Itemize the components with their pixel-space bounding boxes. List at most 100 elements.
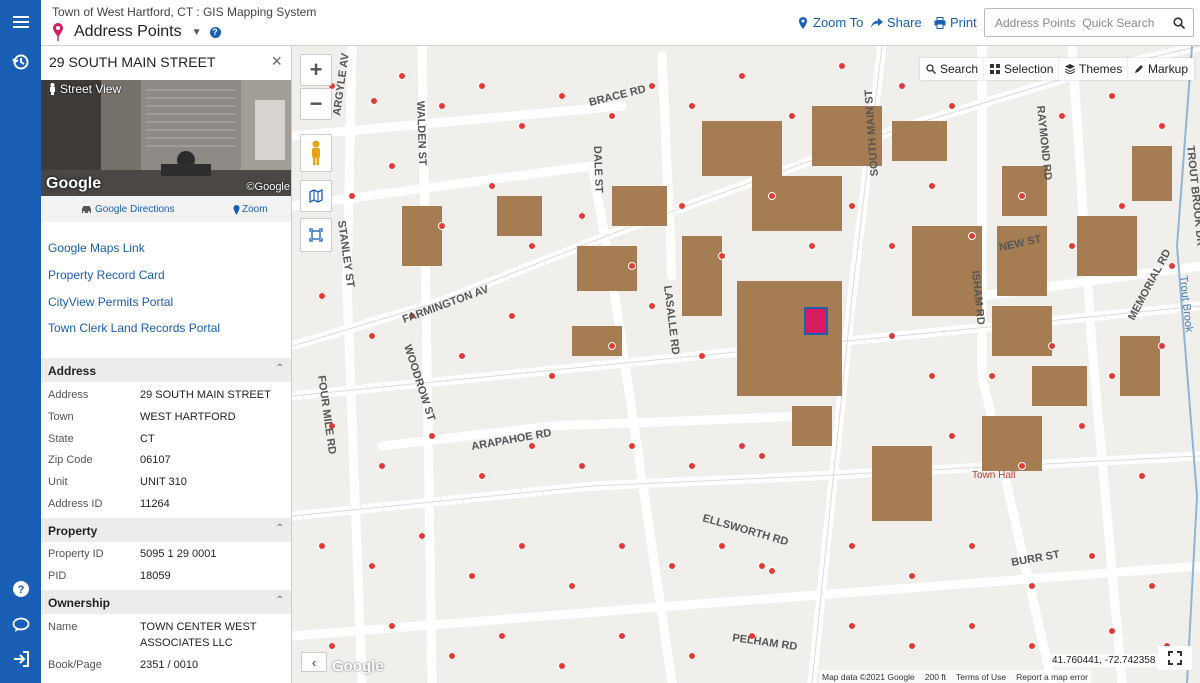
street-view-label: Street View	[48, 82, 121, 96]
collapse-icon[interactable]: ⌃	[276, 595, 284, 606]
zoom-in-button[interactable]: +	[300, 54, 332, 86]
layer-name: Address Points	[74, 23, 182, 40]
app-root: ? Town of West Hartford, CT : GIS Mappin…	[0, 0, 1200, 683]
map-data-credit: Map data ©2021 Google	[822, 671, 915, 682]
zoom-to-label: Zoom To	[813, 15, 864, 30]
field-label: State	[48, 433, 74, 445]
markup-label: Markup	[1148, 62, 1189, 76]
google-copyright: ©Google	[246, 181, 290, 193]
caret-down-icon[interactable]: ▼	[192, 27, 202, 38]
map-view[interactable]: ARGYLE AV WALDEN ST BRACE RD DALE ST FAR…	[292, 46, 1200, 683]
map-search-label: Search	[940, 62, 979, 76]
section-title: Address	[48, 364, 97, 378]
section-ownership[interactable]: Ownership ⌃	[41, 590, 291, 614]
map-attribution: Map data ©2021 Google 200 ft Terms of Us…	[819, 670, 1091, 683]
grid-icon	[990, 64, 1000, 74]
street-label: WALDEN ST	[414, 101, 428, 166]
field-label: Unit	[48, 476, 68, 488]
svg-text:?: ?	[17, 584, 24, 596]
street-view-actions: Google Directions Zoom	[41, 196, 291, 222]
left-rail: ?	[0, 0, 41, 683]
field-label: Property ID	[48, 548, 104, 560]
field-label: Address ID	[48, 498, 103, 510]
selection-tool[interactable]: Selection	[984, 58, 1060, 80]
google-maps-link[interactable]: Google Maps Link	[48, 241, 145, 255]
app-title: Town of West Hartford, CT : GIS Mapping …	[52, 5, 317, 19]
panel-title: 29 SOUTH MAIN STREET	[49, 54, 216, 70]
zoom-label: Zoom	[242, 204, 268, 215]
map-canvas[interactable]: ARGYLE AV WALDEN ST BRACE RD DALE ST FAR…	[292, 46, 1200, 683]
zoom-link[interactable]: Zoom	[233, 204, 268, 215]
selected-address-point[interactable]	[804, 307, 828, 335]
collapse-panel-button[interactable]: ‹	[301, 652, 327, 672]
print-label: Print	[950, 15, 977, 30]
share-button[interactable]: Share	[871, 15, 922, 30]
pin-icon	[233, 204, 240, 215]
sign-in-icon[interactable]	[0, 641, 41, 677]
printer-icon	[934, 16, 946, 29]
fullscreen-icon[interactable]	[1158, 646, 1192, 670]
pegman-icon	[50, 83, 55, 95]
header: Town of West Hartford, CT : GIS Mapping …	[41, 0, 1200, 46]
poi-label: Town Hall	[972, 470, 1015, 481]
google-directions-link[interactable]: Google Directions	[81, 204, 174, 215]
extent-icon[interactable]	[300, 218, 332, 252]
map-pin-icon	[53, 23, 63, 41]
quick-search	[984, 8, 1194, 37]
comment-icon[interactable]	[0, 607, 41, 643]
field-value: 5095 1 29 0001	[140, 548, 217, 560]
search-icon[interactable]	[1165, 9, 1193, 36]
basemap-icon[interactable]	[300, 180, 332, 212]
street-view-text: Street View	[60, 82, 122, 96]
pencil-icon	[1135, 65, 1143, 73]
collapse-icon[interactable]: ⌃	[276, 523, 284, 534]
field-value: UNIT 310	[140, 476, 187, 488]
menu-icon[interactable]	[0, 4, 41, 40]
collapse-icon[interactable]: ⌃	[276, 363, 284, 374]
google-logo: Google	[46, 175, 102, 192]
zoom-to-button[interactable]: Zoom To	[797, 15, 863, 30]
scale-bar: 200 ft	[924, 671, 947, 682]
google-logo: Google	[332, 658, 384, 675]
layer-selector[interactable]: Address Points ▼ ?	[52, 21, 221, 43]
selection-label: Selection	[1004, 62, 1054, 76]
search-icon	[926, 64, 936, 74]
panel-title-row: 29 SOUTH MAIN STREET ×	[41, 46, 291, 80]
field-value: 29 SOUTH MAIN STREET	[140, 389, 271, 401]
print-button[interactable]: Print	[934, 15, 977, 30]
zoom-out-button[interactable]: −	[300, 88, 332, 120]
section-address[interactable]: Address ⌃	[41, 358, 291, 382]
pin-icon	[799, 16, 807, 29]
property-record-card-link[interactable]: Property Record Card	[48, 268, 165, 282]
share-label: Share	[887, 15, 922, 30]
section-property[interactable]: Property ⌃	[41, 518, 291, 542]
google-directions-label: Google Directions	[95, 204, 175, 215]
land-records-link[interactable]: Town Clerk Land Records Portal	[48, 321, 220, 335]
layer-help-icon[interactable]: ?	[209, 26, 221, 38]
field-label: Zip Code	[48, 454, 93, 466]
field-value: 11264	[140, 498, 170, 510]
quick-search-input[interactable]	[985, 9, 1165, 36]
report-error-link[interactable]: Report a map error	[1016, 672, 1088, 682]
section-title: Property	[48, 524, 98, 538]
terms-link[interactable]: Terms of Use	[956, 672, 1006, 682]
history-icon[interactable]	[0, 44, 41, 80]
field-label: Book/Page	[48, 659, 102, 671]
field-value: 2351 / 0010	[140, 659, 199, 671]
help-icon[interactable]: ?	[0, 571, 41, 607]
cityview-permits-link[interactable]: CityView Permits Portal	[48, 295, 173, 309]
themes-tool[interactable]: Themes	[1059, 58, 1129, 80]
map-search-tool[interactable]: Search	[920, 58, 985, 80]
share-icon	[871, 17, 883, 28]
close-icon[interactable]: ×	[271, 51, 282, 72]
layers-icon	[1065, 64, 1075, 74]
field-value: CT	[140, 433, 155, 445]
car-icon	[82, 206, 91, 213]
field-value: TOWN CENTER WEST ASSOCIATES LLC	[140, 621, 257, 649]
field-value: 06107	[140, 454, 171, 466]
identify-panel: 29 SOUTH MAIN STREET × Street View Googl…	[41, 46, 292, 683]
street-view-image[interactable]: Street View Google ©Google	[41, 80, 291, 196]
field-label: Name	[48, 621, 78, 633]
markup-tool[interactable]: Markup	[1128, 58, 1195, 80]
pegman-icon[interactable]	[300, 134, 332, 172]
